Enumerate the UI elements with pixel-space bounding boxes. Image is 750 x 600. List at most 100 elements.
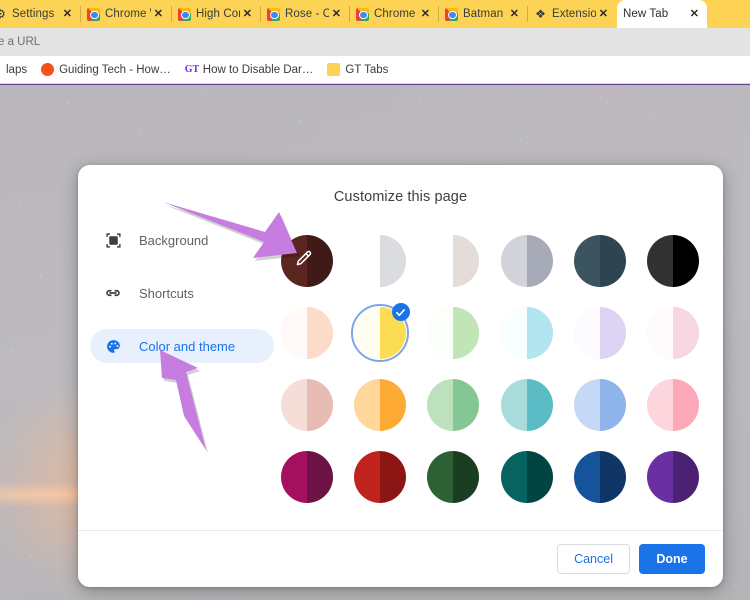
swatch-half-left xyxy=(500,451,527,503)
swatch-circle xyxy=(280,379,333,431)
swatch-custom-color-picker[interactable] xyxy=(278,232,336,290)
cancel-button[interactable]: Cancel xyxy=(557,544,630,574)
eyedropper-icon xyxy=(278,232,330,284)
swatch-grey-light[interactable] xyxy=(351,232,409,290)
swatch-circle xyxy=(500,451,553,503)
swatch-half-left xyxy=(353,379,380,431)
bookmark-item[interactable]: GT Tabs xyxy=(327,63,388,76)
chrome-icon xyxy=(356,7,369,21)
swatch-half-right xyxy=(526,235,553,287)
sidebar-item-shortcuts[interactable]: Shortcuts xyxy=(90,276,274,310)
swatch-rose-pale[interactable] xyxy=(278,376,336,434)
browser-tab[interactable]: New Tab ✕ xyxy=(617,0,707,28)
swatch-warm-grey[interactable] xyxy=(424,232,482,290)
swatch-lavender-light[interactable] xyxy=(571,304,629,362)
sidebar-item-background[interactable]: Background xyxy=(90,223,274,257)
star-speck xyxy=(140,129,142,131)
swatch-teal-pale[interactable] xyxy=(498,376,556,434)
swatch-half-left xyxy=(427,451,454,503)
browser-tab-title: New Tab xyxy=(623,8,669,20)
swatch-half-left xyxy=(500,235,527,287)
swatch-half-right xyxy=(379,379,406,431)
browser-tab[interactable]: Batman M✕ xyxy=(439,0,527,28)
swatch-half-left xyxy=(500,307,527,359)
bookmark-item[interactable]: GT How to Disable Dar… xyxy=(185,63,314,76)
close-icon[interactable]: ✕ xyxy=(418,8,436,20)
swatch-circle xyxy=(647,235,700,287)
swatch-circle xyxy=(647,307,700,359)
swatch-mint-light[interactable] xyxy=(424,304,482,362)
swatch-cool-grey[interactable] xyxy=(498,232,556,290)
swatch-navy-blue[interactable] xyxy=(571,448,629,506)
swatch-pink[interactable] xyxy=(644,376,702,434)
browser-tab[interactable]: Rose - Chr✕ xyxy=(261,0,349,28)
swatch-peach-light[interactable] xyxy=(278,304,336,362)
close-icon[interactable]: ✕ xyxy=(151,8,169,20)
star-speck xyxy=(30,555,32,557)
close-icon[interactable]: ✕ xyxy=(240,8,258,20)
swatch-circle xyxy=(353,235,406,287)
sidebar-item-label: Shortcuts xyxy=(139,285,194,301)
swatch-orange[interactable] xyxy=(351,376,409,434)
dialog-title: Customize this page xyxy=(333,189,468,205)
swatch-cyan-light[interactable] xyxy=(498,304,556,362)
close-icon[interactable]: ✕ xyxy=(687,8,705,20)
star-speck xyxy=(20,205,21,206)
swatch-yellow[interactable] xyxy=(350,303,410,362)
swatch-circle xyxy=(647,451,700,503)
browser-tab[interactable]: Chrome W✕ xyxy=(81,0,171,28)
screenshot-root: ⚙Settings✕Chrome W✕High Cont✕Rose - Chr✕… xyxy=(0,0,750,600)
swatch-circle xyxy=(427,451,480,503)
bookmarks-bar: laps Guiding Tech - How… GT How to Disable … xyxy=(0,56,750,84)
browser-tab[interactable]: High Cont✕ xyxy=(172,0,260,28)
swatch-pink-light[interactable] xyxy=(644,304,702,362)
close-icon[interactable]: ✕ xyxy=(329,8,347,20)
done-button[interactable]: Done xyxy=(639,544,705,574)
swatch-black[interactable] xyxy=(644,232,702,290)
browser-tab[interactable]: ❖ Extension✕ xyxy=(528,0,616,28)
close-icon[interactable]: ✕ xyxy=(60,8,78,20)
puzzle-icon: ❖ xyxy=(535,7,546,21)
bookmark-item[interactable]: laps xyxy=(0,63,27,76)
close-icon[interactable]: ✕ xyxy=(596,8,614,20)
swatch-teal-dark[interactable] xyxy=(498,448,556,506)
browser-tab-title: Extension xyxy=(552,8,596,20)
chrome-icon xyxy=(445,7,458,21)
star-speck xyxy=(40,275,42,277)
swatch-half-right xyxy=(379,451,406,503)
swatch-half-left xyxy=(573,307,600,359)
bookmark-label: Guiding Tech - How… xyxy=(59,63,171,76)
swatch-half-right xyxy=(453,307,480,359)
palette-icon xyxy=(104,337,122,355)
swatch-half-right xyxy=(453,235,480,287)
browser-tab-title: High Cont xyxy=(196,8,240,20)
star-speck xyxy=(58,415,60,417)
swatch-half-right xyxy=(673,451,700,503)
sidebar-item-label: Background xyxy=(139,232,209,248)
close-icon[interactable]: ✕ xyxy=(507,8,525,20)
swatch-half-left xyxy=(500,379,527,431)
swatch-magenta-dark[interactable] xyxy=(278,448,336,506)
bookmark-item[interactable]: Guiding Tech - How… xyxy=(41,63,171,76)
image-icon xyxy=(104,231,122,249)
address-bar[interactable]: e a URL xyxy=(0,28,750,56)
swatch-circle xyxy=(500,235,553,287)
browser-tab[interactable]: ⚙ Settings ✕ xyxy=(0,0,80,28)
swatch-blue-pale[interactable] xyxy=(571,376,629,434)
swatch-circle xyxy=(353,451,406,503)
swatch-circle xyxy=(280,307,333,359)
swatch-circle xyxy=(280,451,333,503)
swatch-half-left xyxy=(647,379,674,431)
sidebar-item-label: Color and theme xyxy=(139,338,236,354)
sidebar-item-color-and-theme[interactable]: Color and theme xyxy=(90,329,274,363)
swatch-purple-dark[interactable] xyxy=(644,448,702,506)
swatch-half-right xyxy=(306,307,333,359)
swatch-slate-blue-dark[interactable] xyxy=(571,232,629,290)
swatch-half-left xyxy=(353,451,380,503)
swatch-green-pale[interactable] xyxy=(424,376,482,434)
browser-tab[interactable]: Chrome W✕ xyxy=(350,0,438,28)
swatch-half-right xyxy=(526,451,553,503)
browser-tab-title: Chrome W xyxy=(105,8,151,20)
swatch-red-dark[interactable] xyxy=(351,448,409,506)
swatch-green-dark[interactable] xyxy=(424,448,482,506)
